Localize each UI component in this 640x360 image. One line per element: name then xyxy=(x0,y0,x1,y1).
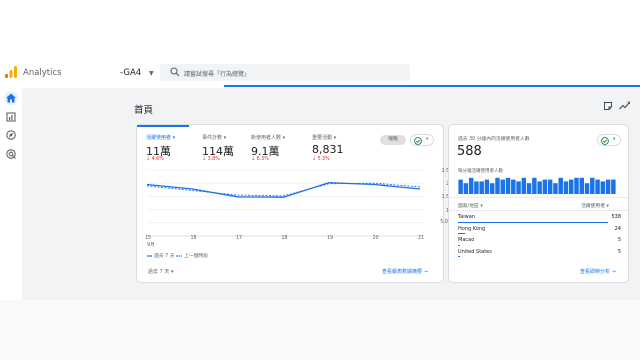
country-users: 538 xyxy=(611,214,621,220)
realtime-value: 588 xyxy=(457,144,482,159)
realtime-bar xyxy=(611,179,616,194)
country-users: 24 xyxy=(614,226,621,232)
realtime-bar xyxy=(537,181,542,194)
view-report-label: 查看報表數據摘要 xyxy=(382,269,423,275)
country-bar xyxy=(458,233,465,234)
view-report-link[interactable]: 查看報表數據摘要 → xyxy=(382,268,428,275)
view-realtime-label: 查看即時分析 xyxy=(580,269,611,275)
realtime-bar xyxy=(463,183,469,194)
realtime-bar xyxy=(553,183,558,194)
country-name: Macao xyxy=(458,237,475,243)
realtime-bar xyxy=(563,181,569,194)
date-range-selector[interactable]: 過去 7 天 ▾ xyxy=(148,268,173,275)
realtime-bar xyxy=(458,179,463,194)
chevron-down-icon: ▾ xyxy=(613,137,616,142)
arrow-right-icon: → xyxy=(611,269,616,275)
realtime-subtitle: 每分鐘活躍使用者人數 xyxy=(458,169,503,174)
realtime-bar xyxy=(558,177,563,194)
divider xyxy=(449,197,628,198)
column-country[interactable]: 國家/地區 ▾ xyxy=(458,202,483,209)
realtime-bar xyxy=(500,179,505,194)
realtime-bar xyxy=(468,177,474,194)
realtime-bar xyxy=(579,177,584,194)
country-users: 5 xyxy=(617,249,621,255)
realtime-bar xyxy=(505,177,511,194)
realtime-bar xyxy=(511,179,516,194)
x-tick-label: 16 xyxy=(190,236,197,241)
realtime-bar xyxy=(526,183,532,194)
country-users: 5 xyxy=(617,237,621,243)
realtime-bar xyxy=(600,181,606,194)
realtime-insights-button[interactable]: ▾ xyxy=(597,134,621,146)
country-bar xyxy=(458,222,608,223)
column-active-users[interactable]: 活躍使用者 ▾ xyxy=(581,202,609,209)
legend-line-dashed xyxy=(176,255,182,257)
series-line-current xyxy=(146,182,421,198)
x-tick-label: 17 xyxy=(236,236,243,241)
realtime-bar xyxy=(484,179,490,194)
realtime-bar xyxy=(574,177,579,194)
x-tick-label: 18 xyxy=(281,236,288,241)
x-tick-label: 21 xyxy=(418,236,425,241)
realtime-bar-chart xyxy=(458,177,616,194)
divider xyxy=(449,210,628,211)
legend-previous-label: 上一個時段 xyxy=(184,254,208,259)
realtime-bar xyxy=(542,179,548,194)
arrow-right-icon: → xyxy=(423,269,428,275)
view-realtime-link[interactable]: 查看即時分析 → xyxy=(580,268,616,275)
realtime-bar xyxy=(547,179,553,194)
realtime-bar xyxy=(516,181,521,194)
realtime-bar xyxy=(495,177,500,194)
country-bar xyxy=(458,256,460,257)
check-circle-icon xyxy=(601,136,609,145)
realtime-bar xyxy=(605,179,611,194)
column-country-label: 國家/地區 xyxy=(458,204,479,209)
realtime-bar xyxy=(521,177,527,194)
date-range-label: 過去 7 天 xyxy=(148,269,170,275)
realtime-bar xyxy=(479,181,484,194)
legend-current-label: 過去 7 天 xyxy=(154,254,175,259)
realtime-bar xyxy=(474,181,479,194)
realtime-bar xyxy=(590,177,595,194)
country-name: Taiwan xyxy=(458,214,476,220)
realtime-bar xyxy=(595,179,600,194)
column-users-label: 活躍使用者 xyxy=(581,204,605,209)
realtime-bar xyxy=(584,183,590,194)
x-tick-label: 19 xyxy=(327,236,334,241)
realtime-bar xyxy=(569,179,574,194)
country-bar xyxy=(458,245,460,246)
x-tick-label: 20 xyxy=(372,236,379,241)
country-name: United States xyxy=(458,249,492,255)
realtime-bar xyxy=(532,177,537,194)
x-axis-sublabel: 9月 xyxy=(147,243,155,248)
country-name: Hong Kong xyxy=(458,226,486,232)
realtime-title: 過去 30 分鐘內的活躍使用者人數 xyxy=(458,137,530,142)
realtime-bar xyxy=(490,183,495,194)
